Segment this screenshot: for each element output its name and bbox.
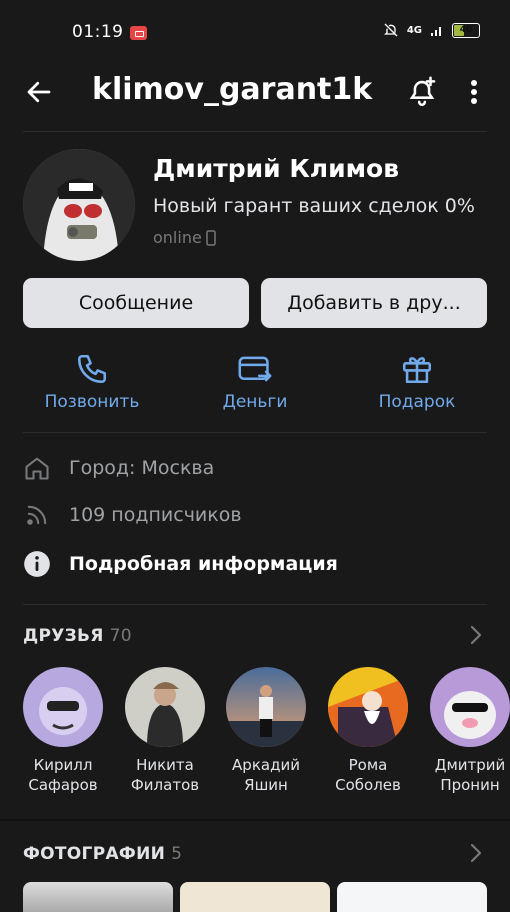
avatar-image — [23, 149, 135, 261]
friend-item[interactable]: Аркадий Яшин — [221, 667, 311, 795]
friend-first-name: Рома — [348, 756, 388, 774]
battery-level: 40 — [459, 25, 473, 35]
friend-first-name: Кирилл — [33, 756, 93, 774]
gift-action[interactable]: Подарок — [337, 352, 497, 412]
network-label: 4G — [406, 24, 422, 36]
friends-more-button[interactable] — [466, 624, 486, 646]
rss-icon — [23, 501, 51, 529]
friend-name: Рома Соболев — [335, 755, 401, 795]
friend-first-name: Дмитрий — [434, 756, 506, 774]
header-divider — [23, 131, 487, 132]
friends-title: ДРУЗЬЯ — [23, 626, 104, 646]
actions-divider — [23, 432, 487, 433]
details-row[interactable]: Подробная информация — [23, 550, 338, 578]
friend-last-name: Яшин — [244, 776, 288, 794]
followers-row[interactable]: 109 подписчиков — [23, 501, 242, 529]
chevron-right-icon — [470, 843, 482, 863]
friends-divider — [0, 819, 510, 821]
followers-text: 109 подписчиков — [69, 504, 242, 526]
mute-icon — [383, 23, 398, 37]
profile-status: Новый гарант ваших сделок 0% — [153, 195, 475, 217]
online-label: online — [153, 228, 202, 247]
friend-last-name: Филатов — [130, 776, 200, 794]
friend-avatar — [125, 667, 205, 747]
online-indicator: online — [153, 228, 216, 247]
money-action[interactable]: Деньги — [175, 352, 335, 412]
friend-item[interactable]: Дмитрий Пронин — [425, 667, 510, 795]
profile-name: Дмитрий Климов — [153, 154, 400, 183]
gift-label: Подарок — [378, 392, 456, 412]
friend-item[interactable]: Кирилл Сафаров — [18, 667, 108, 795]
avatar[interactable] — [23, 149, 135, 261]
friend-first-name: Аркадий — [232, 756, 300, 774]
friend-avatar — [430, 667, 510, 747]
add-friend-button[interactable]: Добавить в дру... — [261, 278, 487, 328]
city-text: Город: Москва — [69, 457, 215, 479]
call-action[interactable]: Позвонить — [12, 352, 172, 412]
more-vertical-icon — [471, 80, 477, 104]
friend-avatar — [23, 667, 103, 747]
photos-more-button[interactable] — [466, 842, 486, 864]
status-indicators: 4G 40 — [383, 22, 480, 38]
friend-last-name: Соболев — [335, 776, 401, 794]
friend-first-name: Никита — [136, 756, 194, 774]
friend-item[interactable]: Никита Филатов — [120, 667, 210, 795]
money-label: Деньги — [222, 392, 288, 412]
gift-icon — [402, 357, 432, 384]
money-icon — [238, 356, 272, 382]
friend-name: Никита Филатов — [131, 755, 199, 795]
friend-last-name: Пронин — [440, 776, 500, 794]
message-button[interactable]: Сообщение — [23, 278, 249, 328]
notification-app-icon — [130, 26, 147, 40]
friends-header[interactable]: ДРУЗЬЯ 70 — [23, 626, 132, 646]
battery-icon: 40 — [452, 22, 480, 38]
info-icon — [23, 550, 51, 578]
photos-title: ФОТОГРАФИИ — [23, 844, 166, 864]
phone-icon — [77, 354, 107, 384]
status-time: 01:19 — [72, 22, 124, 42]
photo-thumbnail[interactable] — [337, 882, 487, 912]
mobile-icon — [206, 229, 216, 246]
friend-item[interactable]: Рома Соболев — [323, 667, 413, 795]
back-button[interactable] — [22, 76, 56, 108]
info-divider — [23, 604, 487, 605]
chevron-right-icon — [470, 625, 482, 645]
page-title: klimov_garant1k — [92, 72, 373, 107]
photo-thumbnail[interactable] — [180, 882, 330, 912]
arrow-left-icon — [27, 81, 51, 103]
home-icon — [23, 454, 51, 482]
friend-name: Кирилл Сафаров — [28, 755, 97, 795]
friend-name: Дмитрий Пронин — [435, 755, 506, 795]
friends-count: 70 — [109, 626, 132, 646]
call-label: Позвонить — [44, 392, 140, 412]
friend-last-name: Сафаров — [28, 776, 98, 794]
friend-avatar — [226, 667, 306, 747]
details-text: Подробная информация — [69, 553, 338, 575]
friend-avatar — [328, 667, 408, 747]
friend-name: Аркадий Яшин — [232, 755, 300, 795]
signal-icon — [431, 27, 441, 36]
subscribe-button[interactable] — [403, 74, 441, 110]
more-button[interactable] — [462, 76, 486, 108]
city-row: Город: Москва — [23, 454, 214, 482]
photos-header[interactable]: ФОТОГРАФИИ 5 — [23, 844, 182, 864]
photo-thumbnail[interactable] — [23, 882, 173, 912]
photos-count: 5 — [171, 844, 183, 864]
bell-add-icon — [409, 76, 436, 106]
